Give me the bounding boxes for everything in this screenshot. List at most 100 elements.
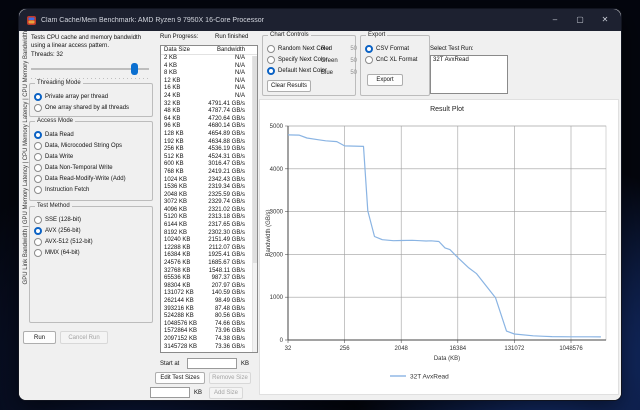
table-row[interactable]: 1536 KB2319.34 GB/s [161,184,257,192]
table-row[interactable]: 512 KB4524.31 GB/s [161,154,257,162]
cell-bandwidth: 87.48 GB/s [205,306,257,314]
radio-mmx-64-bit[interactable]: MMX (64-bit) [30,247,152,258]
radio-data-read[interactable]: Data Read [30,129,152,140]
table-row[interactable]: 12288 KB2112.07 GB/s [161,245,257,253]
cell-bandwidth: 4680.14 GB/s [205,123,257,131]
radio-csv-format[interactable]: CSV Format [361,43,429,54]
radio-data-write[interactable]: Data Write [30,151,152,162]
test-method-options: SSE (128-bit)AVX (256-bit) AVX-512 (512-b… [30,207,152,258]
clear-results-button[interactable]: Clear Results [267,80,311,92]
radio-sse-128-bit[interactable]: SSE (128-bit) [30,214,152,225]
color-row-red: Red50 [321,43,357,55]
radio-cnc-xl-format[interactable]: CnC XL Format [361,54,429,65]
radio-avx-512-512-bit[interactable]: AVX-512 (512-bit) [30,236,152,247]
table-row[interactable]: 48 KB4787.74 GB/s [161,108,257,116]
table-row[interactable]: 2 KBN/A [161,55,257,63]
radio-avx-256-bit[interactable]: AVX (256-bit) [30,225,152,236]
radio-data-microcoded-string-ops[interactable]: Data, Microcoded String Ops [30,140,152,151]
table-row[interactable]: 256 KB4536.19 GB/s [161,146,257,154]
table-row[interactable]: 8192 KB2302.30 GB/s [161,230,257,238]
slider-thumb[interactable] [131,63,138,75]
threads-slider[interactable] [31,63,149,75]
table-row[interactable]: 10240 KB2151.49 GB/s [161,237,257,245]
table-scrollbar[interactable] [252,56,257,352]
table-row[interactable]: 24576 KB1685.67 GB/s [161,260,257,268]
table-row[interactable]: 2048 KB2325.59 GB/s [161,192,257,200]
run-button[interactable]: Run [23,331,56,344]
table-row[interactable]: 131072 KB140.59 GB/s [161,290,257,298]
list-item[interactable]: 32T AvxRead [431,56,507,64]
table-row[interactable]: 32 KB4791.41 GB/s [161,101,257,109]
add-size-button[interactable]: Add Size [209,387,243,399]
table-row[interactable]: 600 KB3016.47 GB/s [161,161,257,169]
table-row[interactable]: 128 KB4654.89 GB/s [161,131,257,139]
maximize-button[interactable]: ▢ [570,9,590,31]
cell-bandwidth: 4524.31 GB/s [205,154,257,162]
table-row[interactable]: 24 KBN/A [161,93,257,101]
radio-specify-next-color[interactable]: Specify Next Color [263,54,323,65]
remove-size-button[interactable]: Remove Size [209,372,251,384]
radio-random-next-color[interactable]: Random Next Color [263,43,323,54]
table-row[interactable]: 4 KBN/A [161,63,257,71]
results-table-header: Data Size Bandwidth [161,46,257,55]
radio-circle [34,249,42,257]
start-at-input[interactable] [187,358,237,369]
cell-data-size: 1572864 KB [161,328,205,336]
export-caption: Export [366,32,387,38]
table-row[interactable]: 32768 KB1548.11 GB/s [161,268,257,276]
radio-label: Data Write [45,154,73,160]
cell-data-size: 1048576 KB [161,321,205,329]
radio-private-array-per-thread[interactable]: Private array per thread [30,91,152,102]
radio-circle [365,45,373,53]
table-scrollbar-thumb[interactable] [253,56,257,263]
close-button[interactable]: ✕ [595,9,615,31]
table-row[interactable]: 98304 KB207.97 GB/s [161,283,257,291]
window-title: Clam Cache/Mem Benchmark: AMD Ryzen 9 79… [41,17,540,24]
radio-instruction-fetch[interactable]: Instruction Fetch [30,184,152,195]
table-row[interactable]: 4096 KB2321.02 GB/s [161,207,257,215]
table-row[interactable]: 64 KB4720.64 GB/s [161,116,257,124]
table-row[interactable]: 8 KBN/A [161,70,257,78]
add-size-input[interactable] [150,387,190,398]
add-size-unit: KB [194,390,202,396]
radio-default-next-color[interactable]: Default Next Color [263,65,323,76]
test-run-listbox[interactable]: 32T AvxRead [430,55,508,94]
column-header-bandwidth: Bandwidth [205,47,257,53]
table-row[interactable]: 1572864 KB73.96 GB/s [161,328,257,336]
table-row[interactable]: 1024 KB2342.43 GB/s [161,177,257,185]
cell-data-size: 3072 KB [161,199,205,207]
table-row[interactable]: 262144 KB98.49 GB/s [161,298,257,306]
radio-label: AVX-512 (512-bit) [45,239,93,245]
table-row[interactable]: 12 KBN/A [161,78,257,86]
minimize-button[interactable]: – [545,9,565,31]
export-button[interactable]: Export [367,74,403,86]
access-mode-options: Data ReadData, Microcoded String Ops Data… [30,122,152,195]
table-row[interactable]: 96 KB4680.14 GB/s [161,123,257,131]
radio-one-array-shared-by-all-threads[interactable]: One array shared by all threads [30,102,152,113]
cell-data-size: 524288 KB [161,313,205,321]
table-row[interactable]: 65536 KB987.37 GB/s [161,275,257,283]
cell-bandwidth: 2419.21 GB/s [205,169,257,177]
cell-data-size: 16384 KB [161,252,205,260]
results-table[interactable]: Data Size Bandwidth 2 KBN/A4 KBN/A8 KBN/… [160,45,258,353]
radio-data-non-temporal-write[interactable]: Data Non-Temporal Write [30,162,152,173]
table-row[interactable]: 3145728 KB73.36 GB/s [161,344,257,352]
radio-data-read-modify-write-add[interactable]: Data Read-Modify-Write (Add) [30,173,152,184]
table-row[interactable]: 5120 KB2313.18 GB/s [161,214,257,222]
cell-data-size: 16 KB [161,85,205,93]
table-row[interactable]: 393216 KB87.48 GB/s [161,306,257,314]
table-row[interactable]: 2097152 KB74.38 GB/s [161,336,257,344]
table-row[interactable]: 192 KB4634.88 GB/s [161,139,257,147]
table-row[interactable]: 1048576 KB74.66 GB/s [161,321,257,329]
table-row[interactable]: 16 KBN/A [161,85,257,93]
cancel-run-button[interactable]: Cancel Run [60,331,108,344]
table-row[interactable]: 524288 KB80.56 GB/s [161,313,257,321]
edit-test-sizes-button[interactable]: Edit Test Sizes [155,372,205,384]
table-row[interactable]: 768 KB2419.21 GB/s [161,169,257,177]
table-row[interactable]: 3072 KB2329.74 GB/s [161,199,257,207]
svg-text:16384: 16384 [449,346,466,352]
table-row[interactable]: 16384 KB1925.41 GB/s [161,252,257,260]
table-row[interactable]: 6144 KB2317.65 GB/s [161,222,257,230]
radio-circle [34,104,42,112]
cell-bandwidth: 2151.49 GB/s [205,237,257,245]
